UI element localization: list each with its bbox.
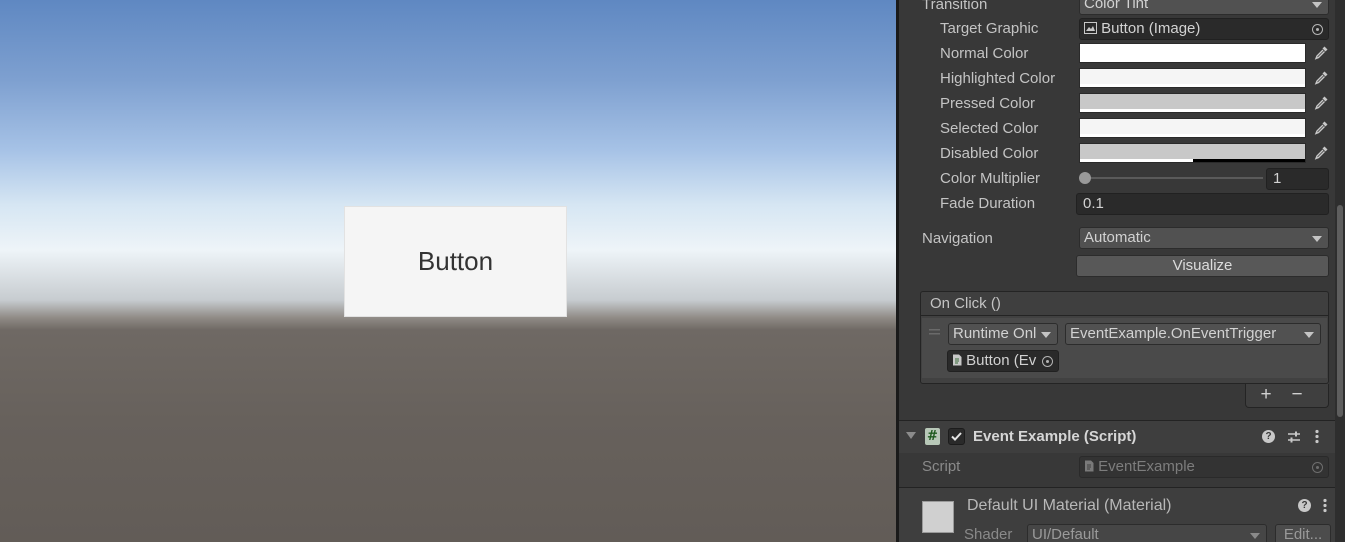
help-icon[interactable]: ?	[1262, 430, 1275, 443]
navigation-value: Automatic	[1084, 229, 1151, 246]
event-example-title: Event Example (Script)	[973, 428, 1137, 445]
transition-value: Color Tint	[1084, 0, 1149, 12]
disabled-color-label: Disabled Color	[940, 145, 1039, 162]
highlighted-color-swatch[interactable]	[1079, 68, 1306, 88]
kebab-menu-icon[interactable]	[1323, 498, 1327, 513]
function-value: EventExample.OnEventTrigger	[1070, 325, 1277, 342]
material-preview-thumbnail	[922, 501, 954, 533]
alpha-bar	[1080, 109, 1305, 112]
pressed-color-label: Pressed Color	[940, 95, 1036, 112]
slider-thumb[interactable]	[1079, 172, 1091, 184]
event-target-value: Button (Ev	[966, 352, 1037, 369]
color-multiplier-slider[interactable]	[1079, 170, 1263, 186]
component-enabled-checkbox[interactable]	[948, 428, 965, 445]
script-icon	[1085, 460, 1094, 472]
scrollbar-thumb[interactable]	[1337, 205, 1343, 417]
selected-color-label: Selected Color	[940, 120, 1039, 137]
normal-color-swatch[interactable]	[1079, 43, 1306, 63]
scene-ui-button[interactable]: Button	[344, 206, 567, 317]
script-icon	[953, 354, 962, 366]
inspector-scrollbar[interactable]	[1335, 0, 1345, 542]
foldout-arrow-icon[interactable]	[906, 432, 916, 440]
object-picker-icon[interactable]	[1042, 356, 1053, 367]
script-field: EventExample	[1079, 456, 1329, 478]
on-click-list: Runtime Onl EventExample.OnEventTrigger …	[920, 315, 1329, 384]
selected-color-swatch[interactable]	[1079, 118, 1306, 138]
on-click-entry[interactable]: Runtime Onl EventExample.OnEventTrigger …	[922, 318, 1327, 378]
alpha-bar	[1080, 84, 1305, 87]
alpha-bar-remainder	[1192, 159, 1305, 162]
remove-listener-button[interactable]: −	[1286, 384, 1308, 406]
event-example-header[interactable]: # Event Example (Script) ?	[899, 421, 1335, 453]
on-click-header: On Click ()	[920, 291, 1329, 315]
eyedropper-icon[interactable]	[1311, 118, 1331, 138]
visualize-button[interactable]: Visualize	[1076, 255, 1329, 277]
target-graphic-field[interactable]: Button (Image)	[1079, 18, 1329, 40]
on-click-title: On Click ()	[930, 295, 1001, 312]
chevron-down-icon	[1304, 332, 1314, 338]
scene-view[interactable]: Button	[0, 0, 896, 542]
csharp-script-icon: #	[925, 428, 940, 445]
color-multiplier-label: Color Multiplier	[940, 170, 1041, 187]
shader-label: Shader	[964, 526, 1013, 542]
inspector-panel: Transition Color Tint Target Graphic But…	[899, 0, 1345, 542]
navigation-label: Navigation	[922, 230, 993, 247]
eyedropper-icon[interactable]	[1311, 93, 1331, 113]
slider-track	[1083, 177, 1263, 179]
runtime-mode-value: Runtime Onl	[953, 325, 1037, 342]
chevron-down-icon	[1312, 236, 1322, 242]
script-label: Script	[922, 458, 961, 475]
chevron-down-icon	[1041, 332, 1051, 338]
shader-edit-button[interactable]: Edit...	[1275, 524, 1331, 542]
fade-duration-input[interactable]: 0.1	[1076, 193, 1329, 215]
presets-icon[interactable]	[1287, 430, 1301, 444]
pressed-color-swatch[interactable]	[1079, 93, 1306, 113]
eyedropper-icon[interactable]	[1311, 43, 1331, 63]
chevron-down-icon	[1250, 533, 1260, 539]
help-icon[interactable]: ?	[1298, 499, 1311, 512]
object-picker-icon[interactable]	[1312, 24, 1323, 35]
shader-value: UI/Default	[1032, 526, 1099, 542]
normal-color-label: Normal Color	[940, 45, 1029, 62]
function-dropdown[interactable]: EventExample.OnEventTrigger	[1065, 323, 1321, 345]
eyedropper-icon[interactable]	[1311, 68, 1331, 88]
material-title: Default UI Material (Material)	[967, 497, 1172, 514]
image-icon	[1084, 22, 1097, 34]
disabled-color-swatch[interactable]	[1079, 143, 1306, 163]
alpha-bar	[1080, 159, 1193, 162]
add-remove-bar: + −	[1245, 384, 1329, 408]
script-value: EventExample	[1098, 458, 1195, 475]
transition-dropdown[interactable]: Color Tint	[1079, 0, 1329, 15]
add-listener-button[interactable]: +	[1255, 384, 1277, 406]
runtime-mode-dropdown[interactable]: Runtime Onl	[948, 323, 1058, 345]
navigation-dropdown[interactable]: Automatic	[1079, 227, 1329, 249]
fade-duration-label: Fade Duration	[940, 195, 1036, 212]
target-graphic-value: Button (Image)	[1101, 20, 1201, 37]
transition-label: Transition	[922, 0, 988, 13]
chevron-down-icon	[1312, 2, 1322, 8]
color-multiplier-input[interactable]: 1	[1266, 168, 1329, 190]
drag-handle-icon[interactable]	[929, 329, 940, 335]
target-graphic-label: Target Graphic	[940, 20, 1039, 37]
alpha-bar	[1080, 59, 1305, 62]
eyedropper-icon[interactable]	[1311, 143, 1331, 163]
event-target-field[interactable]: Button (Ev	[947, 350, 1059, 372]
checkmark-icon	[951, 432, 962, 441]
highlighted-color-label: Highlighted Color	[940, 70, 1056, 87]
alpha-bar	[1080, 134, 1305, 137]
shader-dropdown[interactable]: UI/Default	[1027, 524, 1267, 542]
kebab-menu-icon[interactable]	[1315, 429, 1319, 444]
object-picker-icon	[1312, 462, 1323, 473]
material-header[interactable]: Default UI Material (Material) ? Shader …	[899, 488, 1335, 542]
